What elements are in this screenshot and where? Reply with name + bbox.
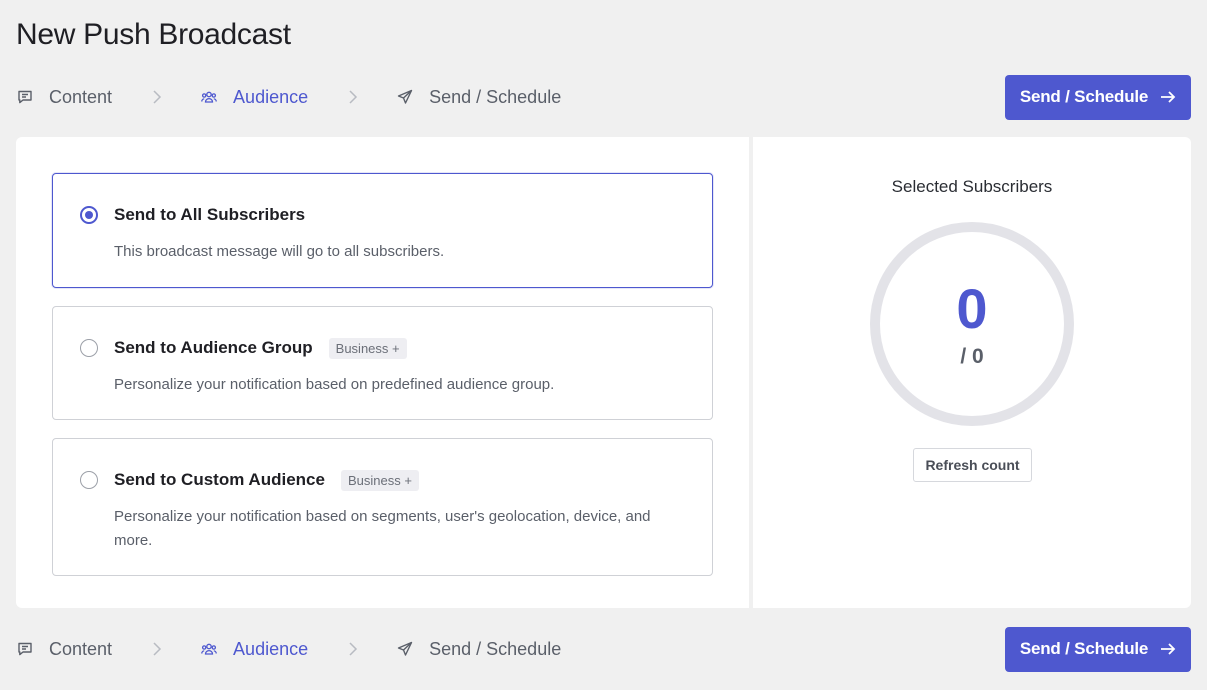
arrow-right-icon	[1160, 642, 1176, 656]
page-title: New Push Broadcast	[16, 18, 291, 51]
step-audience[interactable]: Audience	[200, 87, 308, 108]
send-icon	[396, 88, 414, 106]
radio[interactable]	[80, 339, 98, 357]
audience-option-custom[interactable]: Send to Custom Audience Business + Perso…	[52, 438, 713, 576]
arrow-right-icon	[1160, 90, 1176, 104]
steps-bar-bottom: Content Audience Send / Schedule Send / …	[16, 626, 1191, 672]
option-description: This broadcast message will go to all su…	[114, 243, 445, 260]
audience-options-panel: Send to All Subscribers This broadcast m…	[16, 137, 749, 608]
chevron-right-icon	[148, 88, 166, 106]
selected-subscribers-panel: Selected Subscribers 0 / 0 Refresh count	[753, 137, 1191, 608]
step-audience-label: Audience	[233, 638, 309, 659]
audience-option-all[interactable]: Send to All Subscribers This broadcast m…	[52, 173, 713, 288]
radio[interactable]	[80, 471, 98, 489]
chevron-right-icon	[344, 640, 362, 658]
send-icon	[396, 640, 414, 658]
step-send-schedule[interactable]: Send / Schedule	[396, 87, 561, 108]
message-icon	[16, 640, 34, 658]
send-schedule-button-label: Send / Schedule	[1019, 639, 1149, 658]
step-breadcrumb: Content Audience Send / Schedule	[16, 87, 561, 108]
step-breadcrumb: Content Audience Send / Schedule	[16, 639, 561, 660]
send-schedule-button[interactable]: Send / Schedule	[1005, 626, 1191, 672]
chevron-right-icon	[148, 640, 166, 658]
subscriber-total: / 0	[960, 345, 984, 368]
steps-bar-top: Content Audience Send / Schedule Send / …	[16, 74, 1191, 120]
send-schedule-button-label: Send / Schedule	[1019, 87, 1149, 106]
step-content[interactable]: Content	[16, 639, 112, 660]
option-title: Send to Custom Audience	[114, 470, 325, 489]
step-content[interactable]: Content	[16, 87, 112, 108]
option-title: Send to Audience Group	[114, 338, 313, 357]
option-description: Personalize your notification based on p…	[114, 376, 555, 393]
selected-subscribers-title: Selected Subscribers	[891, 177, 1053, 196]
audience-option-group[interactable]: Send to Audience Group Business + Person…	[52, 306, 713, 420]
option-title: Send to All Subscribers	[114, 205, 306, 224]
subscriber-count: 0	[956, 277, 988, 340]
step-audience-label: Audience	[233, 86, 309, 107]
chevron-right-icon	[344, 88, 362, 106]
plan-badge: Business +	[328, 337, 407, 359]
step-send-schedule-label: Send / Schedule	[429, 86, 562, 107]
step-audience[interactable]: Audience	[200, 639, 308, 660]
users-icon	[200, 640, 218, 658]
step-send-schedule-label: Send / Schedule	[429, 638, 562, 659]
refresh-count-button[interactable]: Refresh count	[913, 448, 1032, 482]
step-content-label: Content	[49, 86, 113, 107]
users-icon	[200, 88, 218, 106]
radio-selected[interactable]	[80, 206, 98, 224]
option-description: Personalize your notification based on s…	[114, 508, 651, 549]
step-content-label: Content	[49, 638, 113, 659]
step-send-schedule[interactable]: Send / Schedule	[396, 639, 561, 660]
plan-badge: Business +	[340, 469, 419, 491]
send-schedule-button[interactable]: Send / Schedule	[1005, 74, 1191, 120]
message-icon	[16, 88, 34, 106]
